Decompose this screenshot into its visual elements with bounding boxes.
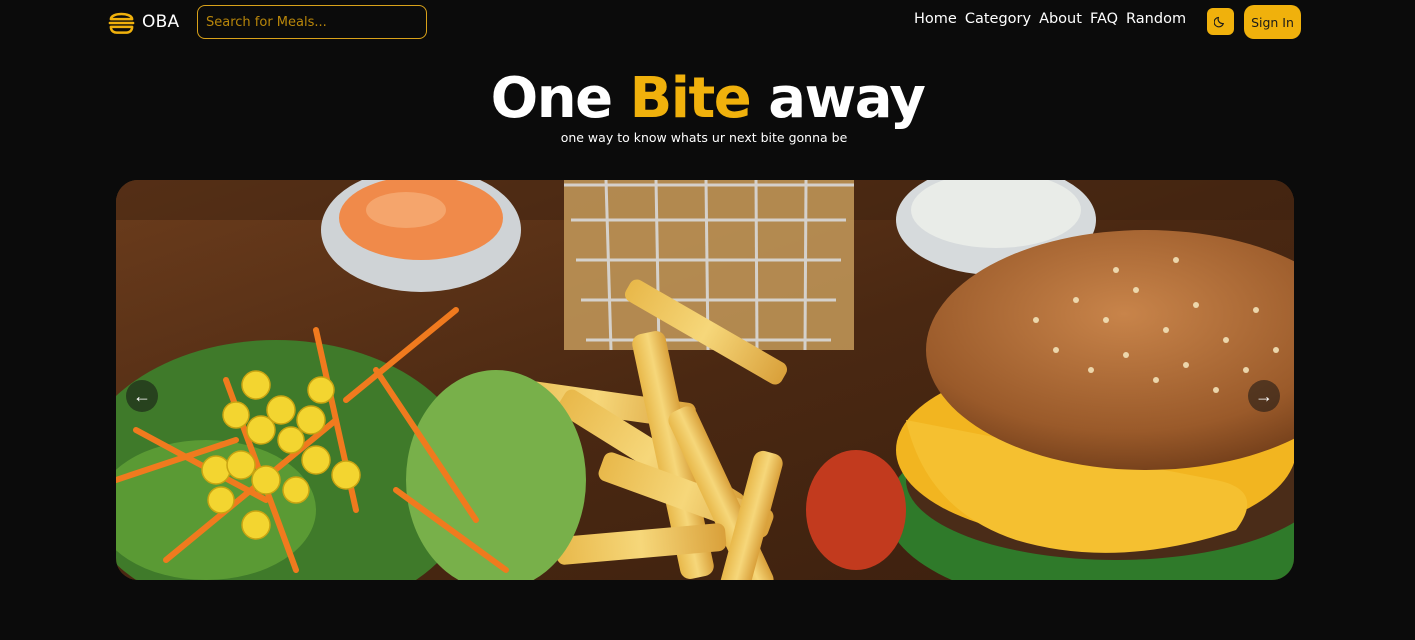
hero-title: One Bite away	[0, 66, 1415, 132]
hero-subtitle: one way to know whats ur next bite gonna…	[560, 130, 848, 145]
nav-link-about[interactable]: About	[1039, 11, 1082, 27]
brand[interactable]: OBA	[107, 8, 179, 36]
nav-link-random[interactable]: Random	[1126, 11, 1186, 27]
search-input[interactable]	[197, 5, 427, 39]
hero-carousel: ← →	[116, 180, 1294, 580]
carousel-next-button[interactable]: →	[1248, 380, 1280, 412]
hero-title-start: One	[490, 66, 630, 131]
burger-logo-icon	[108, 12, 135, 34]
nav-link-faq[interactable]: FAQ	[1090, 11, 1118, 27]
carousel-prev-button[interactable]: ←	[126, 380, 158, 412]
signin-button[interactable]: Sign In	[1244, 5, 1301, 39]
theme-toggle-button[interactable]	[1207, 8, 1234, 35]
moon-icon	[1214, 16, 1224, 28]
nav-link-home[interactable]: Home	[914, 11, 957, 27]
nav-link-category[interactable]: Category	[965, 11, 1031, 27]
brand-name: OBA	[142, 12, 180, 32]
navbar: OBA Home Category About FAQ Random Sign …	[0, 0, 1415, 44]
hero-title-end: away	[750, 66, 926, 131]
nav-links: Home Category About FAQ Random	[914, 11, 1186, 27]
hero-title-accent: Bite	[629, 66, 752, 131]
carousel-slide-image	[116, 180, 1294, 580]
